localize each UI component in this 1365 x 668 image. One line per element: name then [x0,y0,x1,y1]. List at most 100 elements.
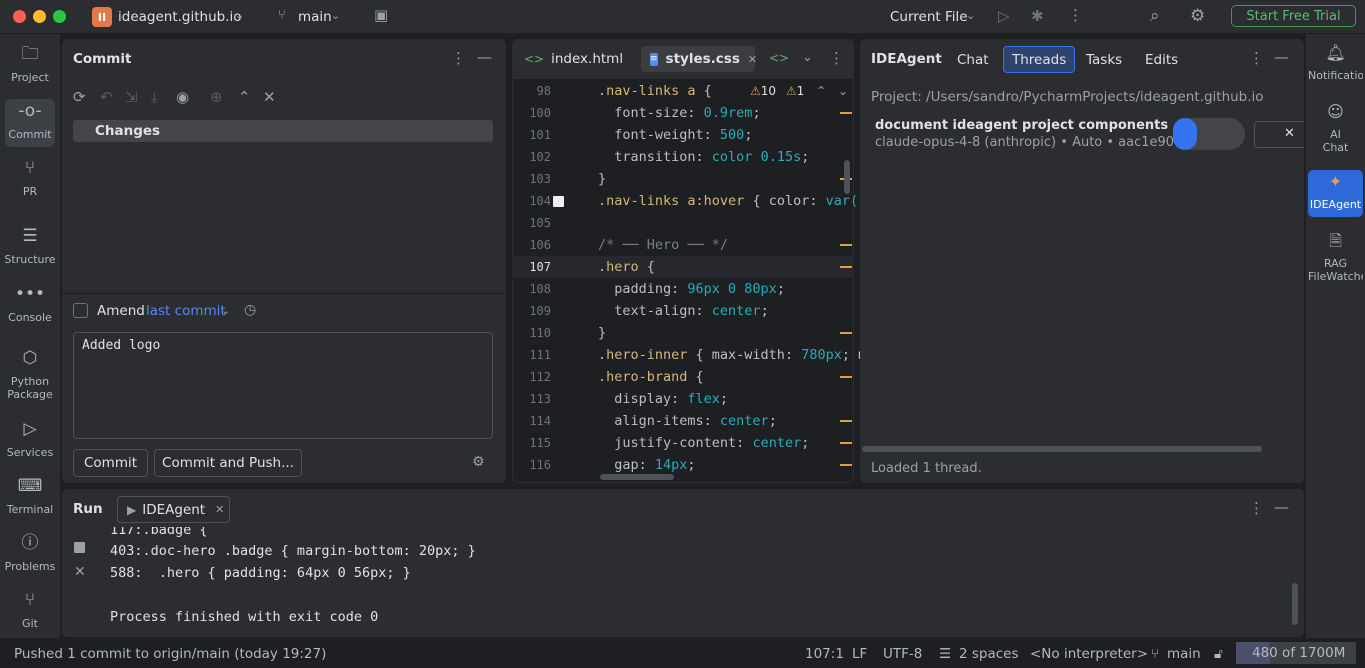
minimize-panel-icon[interactable]: — [1274,498,1289,516]
code-line[interactable]: 109 text-align: center; [512,300,854,322]
warning-stripe-mark[interactable] [840,332,852,334]
tab-list-chevron-icon[interactable]: ⌄ [802,50,813,65]
run-tab-ideagent[interactable]: ▶ IDEAgent ✕ [117,496,230,523]
commit-button[interactable]: Commit [73,449,148,477]
inspection-widget[interactable]: ⚠10 ⚠1 ⌃ ⌄ [750,84,848,98]
warning-stripe-mark[interactable] [840,442,852,444]
more-vertical-icon[interactable]: ⋮ [451,49,466,67]
code-line[interactable]: 116 gap: 14px; [512,454,854,476]
code-line[interactable]: 104 .nav-links a:hover { color: var(- [512,190,866,212]
commit-message-input[interactable]: Added logo [73,332,493,439]
editor-horizontal-scrollbar[interactable] [600,474,674,480]
zoom-window-button[interactable] [53,10,66,23]
target-icon[interactable]: ⊕ [210,88,223,106]
more-vertical-icon[interactable]: ⋮ [1249,49,1264,67]
thread-toggle[interactable] [1173,118,1245,150]
run-config-selector[interactable]: Current File [890,9,968,25]
commit-and-push-button[interactable]: Commit and Push... [154,449,302,477]
code-line[interactable]: 115 justify-content: center; [512,432,854,454]
tool-ai-chat-button[interactable]: ☺ AI Chat [1308,104,1363,155]
agent-tab-chat[interactable]: Chat [949,46,997,73]
tool-commit-button[interactable]: -o- Commit [0,99,60,147]
code-line[interactable]: 108 padding: 96px 0 80px; [512,278,854,300]
close-window-button[interactable] [13,10,26,23]
code-view-icon[interactable]: <> [769,51,789,65]
previous-highlight-icon[interactable]: ⌃ [816,84,826,98]
lock-icon[interactable]: 🔓︎ [1214,646,1223,662]
status-message[interactable]: Pushed 1 commit to origin/main (today 19… [14,646,326,662]
rollback-icon[interactable]: ↶ [100,88,113,106]
minimize-panel-icon[interactable]: — [1274,48,1289,66]
code-line[interactable]: 113 display: flex; [512,388,854,410]
close-tab-icon[interactable]: ✕ [748,53,757,66]
tool-rag-filewatcher-button[interactable]: 🗎RAGFileWatcher [1308,233,1363,284]
color-swatch[interactable] [553,196,564,207]
tool-structure-button[interactable]: ☰ Structure [0,228,60,267]
thread-list-scrollbar[interactable] [862,446,1262,452]
warning-stripe-mark[interactable] [840,244,852,246]
file-encoding[interactable]: UTF-8 [883,646,922,662]
settings-gear-icon[interactable]: ⚙ [1190,6,1205,26]
project-name[interactable]: ideagent.github.io [118,9,242,25]
next-highlight-icon[interactable]: ⌄ [838,84,848,98]
delete-thread-button[interactable]: ✕ [1254,121,1304,148]
warning-stripe-mark[interactable] [840,376,852,378]
agent-tab-tasks[interactable]: Tasks [1078,46,1130,73]
more-vertical-icon[interactable]: ⋮ [1068,6,1083,24]
debug-icon[interactable]: ✱ [1031,7,1044,25]
warning-stripe-mark[interactable] [840,112,852,114]
tool-project-button[interactable]: 🗀 Project [0,46,60,85]
expand-all-icon[interactable]: ⌃ [238,88,251,106]
chevron-down-icon[interactable]: ⌄ [235,9,244,22]
close-tab-icon[interactable]: ✕ [215,503,224,516]
agent-tab-edits[interactable]: Edits [1137,46,1186,73]
merge-icon[interactable]: ⇲ [125,88,138,106]
more-vertical-icon[interactable]: ⋮ [1249,499,1264,517]
warning-stripe-mark[interactable] [840,464,852,466]
run-output-scrollbar[interactable] [1292,583,1298,625]
collapse-all-icon[interactable]: ✕ [263,88,276,106]
minimize-window-button[interactable] [33,10,46,23]
close-icon[interactable]: ✕ [74,564,86,580]
refresh-icon[interactable]: ⟳ [73,88,86,106]
status-branch[interactable]: main [1167,646,1201,662]
commit-settings-gear-icon[interactable]: ⚙ [472,454,485,470]
changes-group-row[interactable]: Changes [73,120,493,142]
branch-selector[interactable]: main [298,9,332,25]
chevron-down-icon[interactable]: ⌄ [331,9,340,22]
code-line[interactable]: 101 font-weight: 500; [512,124,854,146]
more-vertical-icon[interactable]: ⋮ [829,49,844,67]
tab-styles-css[interactable]: ≡ styles.css ✕ [641,46,757,72]
caret-position[interactable]: 107:1 [805,646,844,662]
save-icon[interactable]: ▣ [374,6,388,24]
history-clock-icon[interactable]: ◷ [244,302,256,318]
tool-pr-button[interactable]: ⑂ PR [0,160,60,199]
run-icon[interactable]: ▷ [998,7,1010,25]
code-line[interactable]: 100 font-size: 0.9rem; [512,102,854,124]
tab-index-html[interactable]: <> index.html [524,46,623,72]
code-line[interactable]: 105 [512,212,854,234]
chevron-down-icon[interactable]: ⌄ [221,304,230,317]
code-line[interactable]: 106 /* ── Hero ── */ [512,234,854,256]
code-line[interactable]: 111 .hero-inner { max-width: 780px; m [512,344,866,366]
tool-problems-button[interactable]: ⓘ Problems [0,535,60,574]
warning-stripe-mark[interactable] [840,420,852,422]
code-line[interactable]: 110} [512,322,854,344]
tool-console-button[interactable]: ••• Console [0,286,60,325]
tool-notifications-button[interactable]: 🔔︎Notifications [1308,45,1363,83]
run-output[interactable]: 117:.badge { 403:.doc-hero .badge { marg… [100,527,1292,636]
warning-stripe-mark[interactable] [840,266,852,268]
shelve-icon[interactable]: ⤓ [151,88,158,106]
line-separator[interactable]: LF [852,646,867,662]
code-line[interactable]: 102 transition: color 0.15s; [512,146,854,168]
stop-icon[interactable] [74,542,85,553]
chevron-down-icon[interactable]: ⌄ [966,9,975,22]
tool-ideagent-button[interactable]: ✦ IDEAgent [1308,170,1363,217]
memory-indicator[interactable]: 480 of 1700M [1236,642,1356,664]
last-commit-link[interactable]: last commit [146,303,226,319]
agent-tab-threads[interactable]: Threads [1003,46,1076,73]
code-line[interactable]: 107 .hero { [512,256,854,278]
tool-services-button[interactable]: ▷ Services [0,421,60,460]
editor-vertical-scrollbar[interactable] [844,160,850,194]
interpreter[interactable]: <No interpreter> [1030,646,1148,662]
